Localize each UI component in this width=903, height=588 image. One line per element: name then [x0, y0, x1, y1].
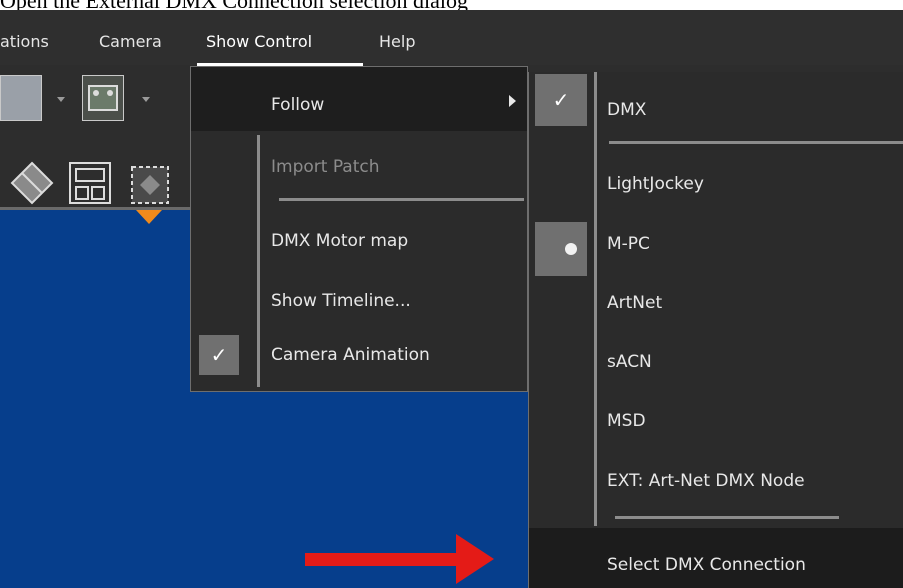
menu-item-show-timeline[interactable]: Show Timeline...	[271, 291, 411, 311]
check-icon: ✓	[535, 74, 587, 126]
submenu-item-m-pc[interactable]: M-PC	[607, 234, 650, 254]
radio-indicator-box	[535, 222, 587, 276]
menu-separator	[279, 198, 524, 201]
submenu-item-dmx[interactable]: DMX	[607, 100, 646, 120]
layout-grid-icon[interactable]	[66, 159, 114, 207]
menu-item-camera-animation[interactable]: Camera Animation	[271, 345, 430, 365]
check-icon: ✓	[199, 335, 239, 375]
submenu-item-select-dmx-connection-label: Select DMX Connection	[607, 555, 806, 575]
menu-animations[interactable]: ations	[0, 32, 49, 51]
menu-item-import-patch: Import Patch	[271, 157, 380, 177]
submenu-item-lightjockey[interactable]: LightJockey	[607, 174, 704, 194]
submenu-item-msd[interactable]: MSD	[607, 411, 646, 431]
menu-show-control[interactable]: Show Control	[206, 32, 312, 51]
chevron-right-icon	[509, 95, 516, 107]
chevron-down-icon[interactable]	[142, 97, 150, 102]
application-window: ations Camera Show Control Help Follow I…	[0, 10, 903, 588]
stage-scene-icon[interactable]	[82, 75, 124, 121]
instruction-caption: Open the External DMX Connection selecti…	[0, 0, 903, 10]
submenu-separator	[615, 516, 839, 519]
display-icon[interactable]	[0, 75, 42, 121]
submenu-item-artnet[interactable]: ArtNet	[607, 293, 662, 313]
show-control-dropdown: Follow Import Patch DMX Motor map Show T…	[190, 66, 528, 392]
chevron-down-icon[interactable]	[57, 97, 65, 102]
menu-help[interactable]: Help	[379, 32, 415, 51]
layout-dashed-icon[interactable]	[128, 163, 172, 207]
radio-bullet-icon	[565, 243, 577, 255]
submenu-item-sacn[interactable]: sACN	[607, 352, 652, 372]
menu-item-follow-label: Follow	[271, 95, 325, 115]
layout-diamond-icon[interactable]	[8, 159, 56, 207]
menu-gutter-separator	[257, 135, 260, 387]
submenu-item-ext-art-net-dmx-node[interactable]: EXT: Art-Net DMX Node	[607, 471, 805, 491]
red-arrow-annotation-head	[456, 534, 494, 584]
submenu-gutter-separator	[594, 72, 597, 526]
menu-bar: ations Camera Show Control Help	[0, 10, 903, 67]
menu-item-dmx-motor-map[interactable]: DMX Motor map	[271, 231, 408, 251]
toolbar	[0, 67, 190, 210]
red-arrow-annotation	[305, 553, 467, 566]
menu-item-follow[interactable]	[191, 67, 527, 131]
menu-camera[interactable]: Camera	[99, 32, 162, 51]
orange-marker-icon	[136, 210, 162, 224]
follow-submenu: ✓ DMX LightJockey M-PC ArtNet sACN MSD E…	[528, 72, 903, 588]
submenu-separator	[609, 141, 903, 144]
